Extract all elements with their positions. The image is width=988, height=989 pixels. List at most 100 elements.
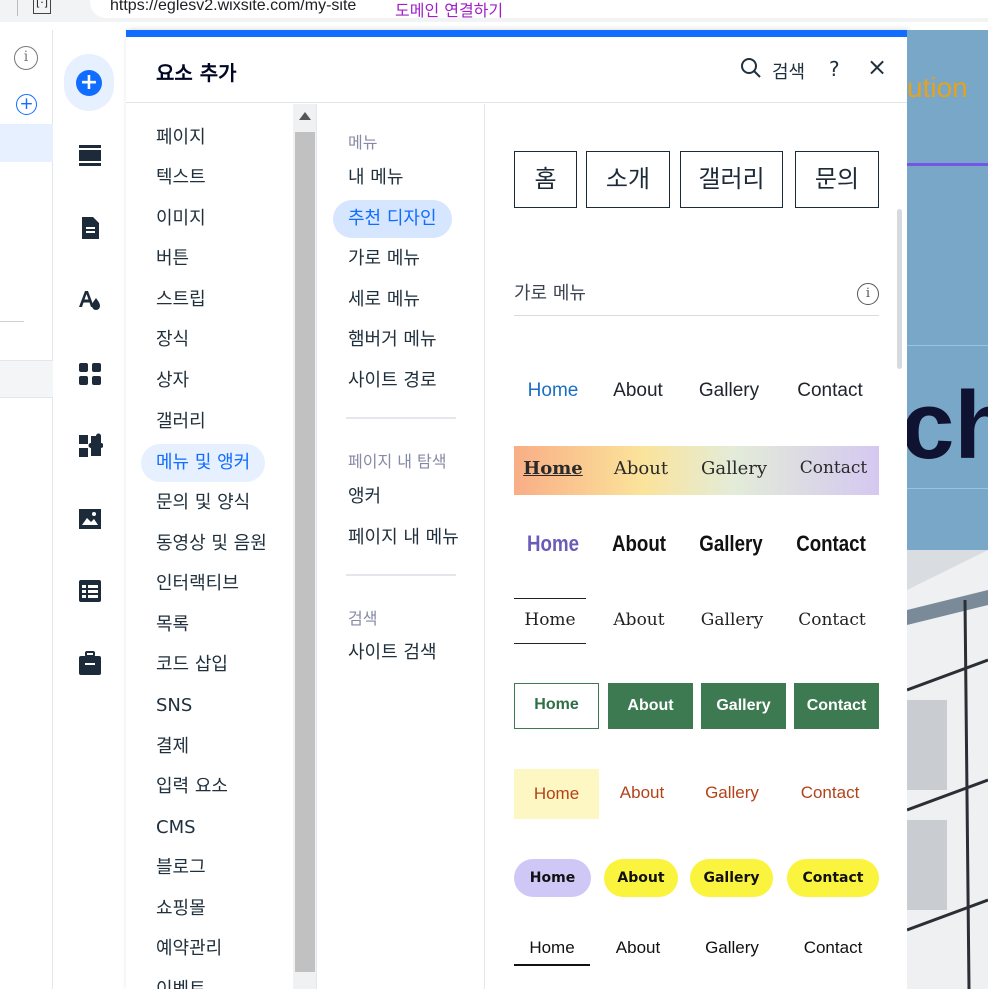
category-item[interactable]: 장식 (141, 321, 204, 359)
subcategory-heading: 메뉴 (348, 133, 378, 152)
menu-item: About (604, 859, 678, 897)
category-item[interactable]: 인터랙티브 (141, 565, 254, 603)
category-item[interactable]: 블로그 (141, 849, 221, 887)
category-item-menus-anchors[interactable]: 메뉴 및 앵커 (141, 444, 266, 482)
subcategory-heading: 검색 (348, 609, 378, 628)
menu-preview-serif-lined[interactable]: Home About Gallery Contact (514, 598, 879, 644)
media-icon[interactable] (77, 506, 103, 532)
theme-icon[interactable] (77, 287, 103, 313)
site-canvas-preview[interactable]: ution ch (907, 30, 988, 989)
browser-back-fragment[interactable] (0, 0, 18, 16)
add-circle-icon[interactable]: + (16, 94, 37, 115)
category-item[interactable]: 문의 및 양식 (141, 484, 265, 522)
category-item[interactable]: 예약관리 (141, 930, 237, 968)
category-item[interactable]: 갤러리 (141, 403, 221, 441)
site-guide-line (907, 488, 988, 489)
menu-preview-plain[interactable]: Home About Gallery Contact (514, 380, 879, 408)
menu-item: Contact (803, 938, 863, 957)
business-icon[interactable] (77, 651, 103, 677)
menu-item: Gallery (699, 531, 763, 556)
apps-icon[interactable] (77, 361, 103, 387)
help-icon[interactable]: ? (829, 57, 840, 81)
category-item[interactable]: 이미지 (141, 200, 221, 238)
info-icon[interactable]: i (14, 46, 38, 70)
category-item[interactable]: 스트립 (141, 281, 221, 319)
puzzle-icon[interactable] (77, 433, 103, 459)
menu-preview-underline[interactable]: Home About Gallery Contact (514, 938, 879, 970)
left-editor-strip: i + (0, 30, 53, 989)
add-elements-panel: 요소 추가 검색 ? × 페이지 텍스트 이미지 버튼 스트립 장식 상자 갤러… (126, 30, 907, 989)
menu-item: Home (514, 683, 599, 729)
page-icon[interactable] (77, 215, 103, 241)
category-item[interactable]: 버튼 (141, 240, 204, 278)
connect-domain-link[interactable]: 도메인 연결하기 (395, 0, 503, 21)
category-item[interactable]: 페이지 (141, 119, 221, 157)
menu-item: About (608, 683, 693, 729)
menu-preview-green[interactable]: Home About Gallery Contact (514, 683, 879, 729)
close-icon[interactable]: × (867, 55, 887, 79)
panel-title: 요소 추가 (156, 61, 237, 85)
selected-row[interactable] (0, 124, 53, 162)
menu-item: About (613, 458, 669, 479)
cms-table-icon[interactable] (77, 578, 103, 604)
search-button[interactable]: 검색 (740, 55, 810, 83)
content-scrollbar[interactable] (897, 209, 902, 369)
divider (0, 321, 24, 322)
add-elements-button[interactable]: + (64, 54, 114, 111)
subcategory-item[interactable]: 페이지 내 메뉴 (333, 519, 474, 557)
menu-item: Home (514, 938, 590, 966)
menu-item: 홈 (514, 151, 577, 208)
menu-item: Gallery (690, 859, 773, 897)
site-divider (907, 163, 988, 166)
category-item[interactable]: 이벤트 (141, 971, 221, 989)
menu-preview-pills[interactable]: Home About Gallery Contact (514, 859, 879, 897)
menu-item: Home (527, 531, 579, 556)
menu-item: Contact (800, 783, 860, 802)
menu-item: Contact (799, 458, 868, 478)
category-item[interactable]: 상자 (141, 362, 204, 400)
subcategory-item[interactable]: 내 메뉴 (333, 159, 418, 197)
subcategory-item[interactable]: 사이트 검색 (333, 634, 452, 672)
menu-item: Gallery (698, 380, 760, 401)
menu-item: Gallery (705, 938, 759, 957)
category-item[interactable]: 목록 (141, 606, 204, 644)
menu-item: Home (527, 380, 579, 401)
panel-accent-bar (126, 30, 907, 37)
category-item[interactable]: 입력 요소 (141, 768, 243, 806)
address-bar[interactable]: https://eglesv2.wixsite.com/my-site 도메인 … (90, 0, 988, 21)
info-icon[interactable]: i (857, 283, 879, 305)
category-scrollbar[interactable] (293, 104, 317, 989)
subcategory-item[interactable]: 가로 메뉴 (333, 240, 435, 278)
subcategory-item[interactable]: 햄버거 메뉴 (333, 321, 452, 359)
layer-row[interactable] (0, 360, 53, 398)
search-label: 검색 (772, 62, 806, 83)
menu-item: Contact (796, 531, 866, 556)
subcategory-item[interactable]: 사이트 경로 (333, 362, 452, 400)
divider (514, 315, 879, 316)
category-item[interactable]: 코드 삽입 (141, 646, 243, 684)
menu-design-gallery: 홈 소개 갤러리 문의 가로 메뉴 i Home About Gallery C… (485, 104, 907, 989)
site-guide-line (907, 345, 988, 346)
divider (346, 417, 456, 419)
menu-item: Gallery (701, 683, 786, 729)
menu-item: Contact (797, 380, 863, 401)
menu-preview-yellow-brown[interactable]: Home About Gallery Contact (514, 769, 879, 819)
subcategory-item-recommended[interactable]: 추천 디자인 (333, 200, 452, 238)
category-item[interactable]: 텍스트 (141, 159, 221, 197)
scroll-up-icon[interactable] (299, 112, 311, 120)
extension-icon[interactable]: [·] (33, 0, 51, 14)
sections-icon[interactable] (77, 142, 103, 168)
category-item[interactable]: 결제 (141, 728, 204, 766)
scrollbar-thumb[interactable] (295, 132, 315, 972)
category-item[interactable]: 동영상 및 음원 (141, 525, 282, 563)
site-heading-fragment: ution (907, 72, 968, 103)
editor-icon-rail: + (53, 30, 126, 989)
category-item[interactable]: CMS (141, 809, 211, 847)
subcategory-item[interactable]: 앵커 (333, 478, 396, 516)
menu-preview-condensed[interactable]: Home About Gallery Contact (514, 531, 879, 561)
category-item[interactable]: 쇼핑몰 (141, 890, 221, 928)
category-item[interactable]: SNS (141, 687, 207, 725)
url-text: https://eglesv2.wixsite.com/my-site (110, 0, 357, 14)
subcategory-item[interactable]: 세로 메뉴 (333, 281, 435, 319)
menu-preview-gradient[interactable]: Home About Gallery Contact (514, 446, 879, 495)
